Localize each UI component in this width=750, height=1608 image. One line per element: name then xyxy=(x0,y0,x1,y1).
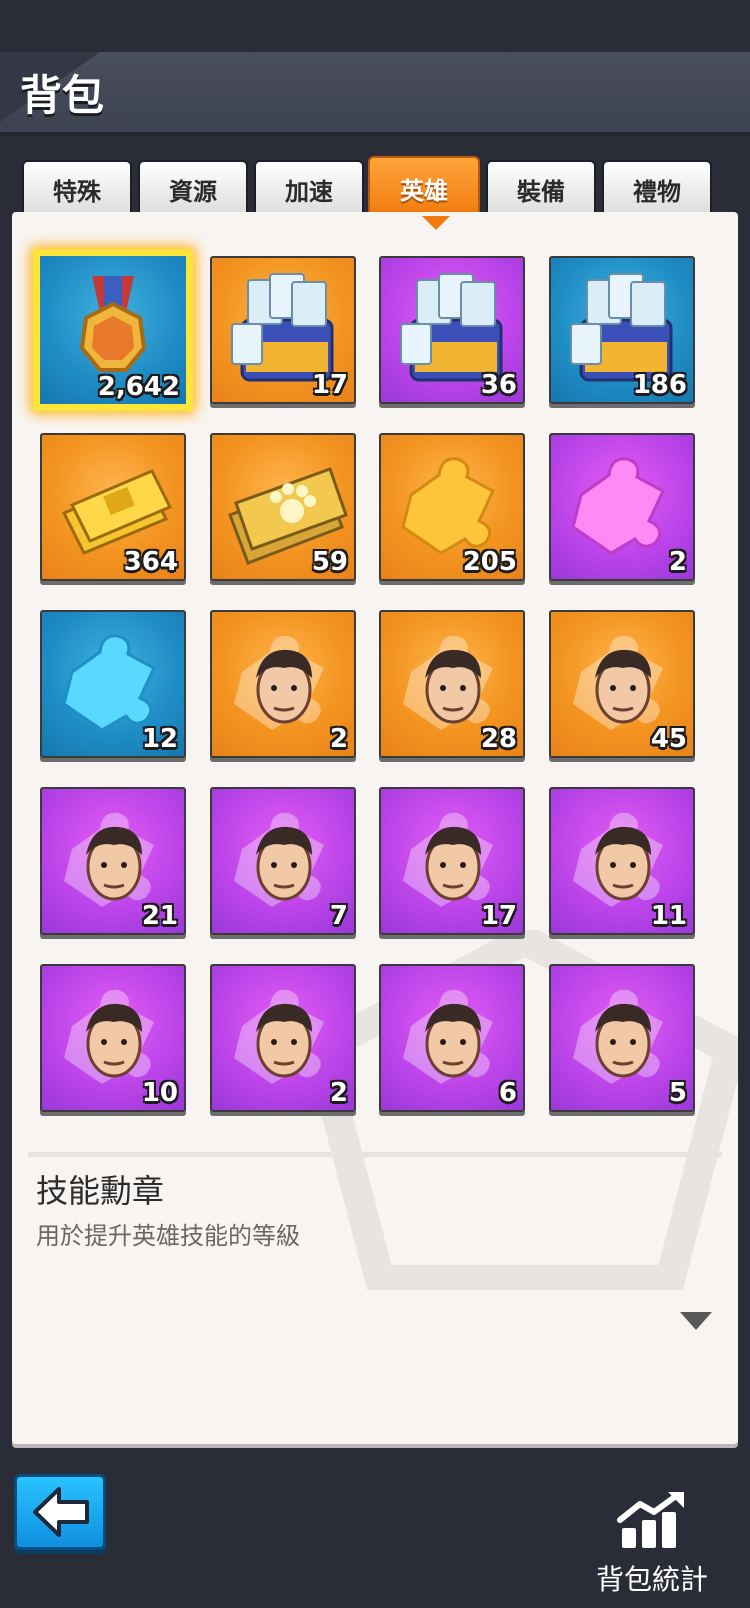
item-count: 10 xyxy=(141,1078,178,1108)
tab-gifts[interactable]: 禮物 xyxy=(602,160,712,216)
item-count: 45 xyxy=(650,724,687,754)
item-count: 28 xyxy=(480,724,517,754)
inventory-item-hero-shard-9[interactable]: 2 xyxy=(210,964,356,1112)
inventory-item-hero-shard-5[interactable]: 7 xyxy=(210,787,356,935)
inventory-item-paw-ticket[interactable]: 59 xyxy=(210,433,356,581)
stats-chart-icon xyxy=(617,1492,684,1548)
inventory-item-puzzle-blue[interactable]: 12 xyxy=(40,610,186,758)
item-count: 17 xyxy=(480,901,517,931)
inventory-item-puzzle-gold[interactable]: 205 xyxy=(379,433,525,581)
page-title: 背包 xyxy=(20,71,105,120)
item-count: 2 xyxy=(329,724,348,754)
inventory-item-hero-shard-6[interactable]: 17 xyxy=(379,787,525,935)
item-count: 2 xyxy=(329,1078,348,1108)
item-count: 2,642 xyxy=(97,372,180,402)
back-button[interactable] xyxy=(14,1474,106,1550)
inventory-item-hero-shard-1[interactable]: 2 xyxy=(210,610,356,758)
item-detail-description: 用於提升英雄技能的等級 xyxy=(36,1222,300,1250)
item-count: 7 xyxy=(329,901,348,931)
item-count: 36 xyxy=(480,370,517,400)
item-count: 364 xyxy=(123,547,178,577)
item-count: 5 xyxy=(668,1078,687,1108)
item-count: 6 xyxy=(498,1078,517,1108)
inventory-item-hero-shard-2[interactable]: 28 xyxy=(379,610,525,758)
inventory-item-hero-shard-3[interactable]: 45 xyxy=(549,610,695,758)
expand-collapse-icon[interactable] xyxy=(680,1312,712,1330)
tab-special[interactable]: 特殊 xyxy=(22,160,132,216)
item-count: 205 xyxy=(462,547,517,577)
inventory-item-puzzle-pink[interactable]: 2 xyxy=(549,433,695,581)
inventory-item-hero-shard-7[interactable]: 11 xyxy=(549,787,695,935)
item-count: 12 xyxy=(141,724,178,754)
item-count: 21 xyxy=(141,901,178,931)
item-count: 59 xyxy=(311,547,348,577)
category-tabs: 特殊 資源 加速 英雄 裝備 禮物 xyxy=(0,150,750,220)
inventory-item-hero-shard-11[interactable]: 5 xyxy=(549,964,695,1112)
tab-speedups[interactable]: 加速 xyxy=(254,160,364,216)
tab-resources[interactable]: 資源 xyxy=(138,160,248,216)
inventory-item-hero-shard-8[interactable]: 10 xyxy=(40,964,186,1112)
inventory-item-exp-chest-purple[interactable]: 36 xyxy=(379,256,525,404)
inventory-item-hero-shard-10[interactable]: 6 xyxy=(379,964,525,1112)
tab-equipment[interactable]: 裝備 xyxy=(486,160,596,216)
status-bar-area xyxy=(0,0,750,52)
item-count: 17 xyxy=(311,370,348,400)
back-arrow-icon xyxy=(33,1487,89,1537)
inventory-item-hero-shard-4[interactable]: 21 xyxy=(40,787,186,935)
tab-heroes[interactable]: 英雄 xyxy=(368,156,480,218)
inventory-item-skill-medal[interactable]: 2,642 xyxy=(33,249,193,411)
item-grid: 2,642 17 36 186 364 59 205 2 12 2 28 45 21 7 17 11 10 2 6 5 xyxy=(12,226,738,1126)
item-count: 2 xyxy=(668,547,687,577)
item-detail-title: 技能勳章 xyxy=(36,1172,165,1210)
divider xyxy=(28,1152,722,1157)
inventory-item-exp-chest-blue[interactable]: 186 xyxy=(549,256,695,404)
item-count: 11 xyxy=(650,901,687,931)
inventory-stats-label: 背包統計 xyxy=(596,1563,709,1596)
inventory-item-exp-chest-orange[interactable]: 17 xyxy=(210,256,356,404)
inventory-item-gold-ticket[interactable]: 364 xyxy=(40,433,186,581)
item-count: 186 xyxy=(632,370,687,400)
header-bar xyxy=(0,52,750,136)
